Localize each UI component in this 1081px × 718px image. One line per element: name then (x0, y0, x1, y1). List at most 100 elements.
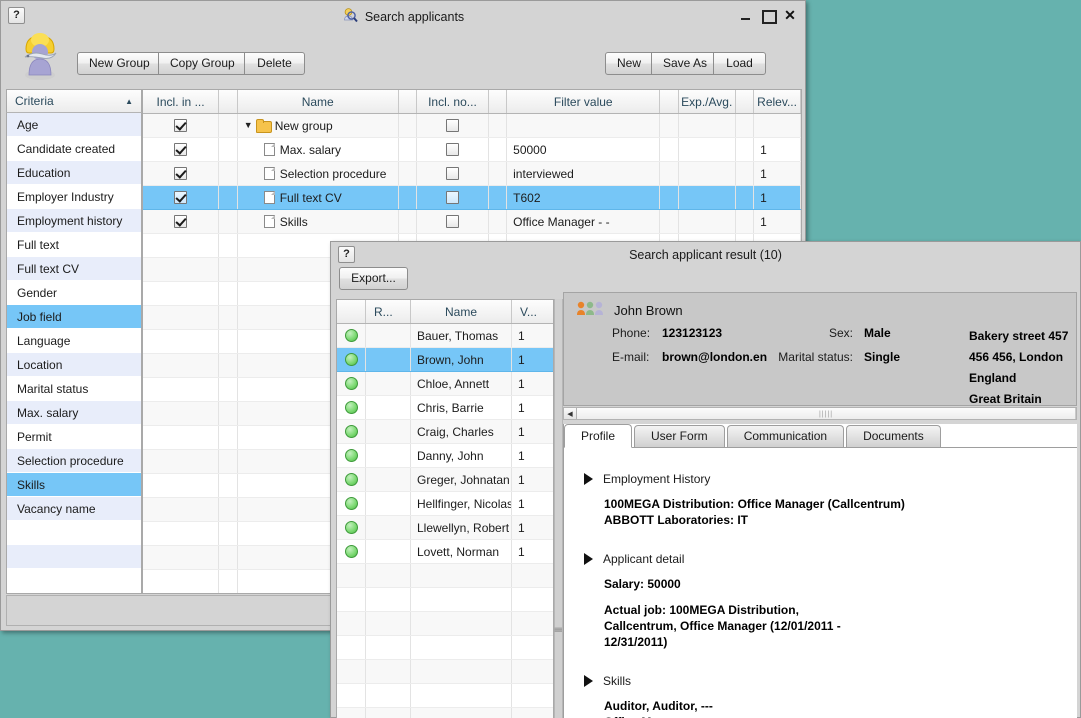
list-item[interactable]: Hellfinger, Nicolas 1 (337, 492, 553, 516)
table-row[interactable]: Skills Office Manager - - 1 (143, 210, 801, 234)
include-in-checkbox[interactable] (174, 167, 188, 180)
maximize-icon[interactable] (761, 8, 777, 24)
list-item[interactable]: Lovett, Norman 1 (337, 540, 553, 564)
header-name[interactable]: Name (238, 90, 399, 113)
criteria-item[interactable]: Vacancy name (7, 497, 141, 521)
cell-applicant-name: Bauer, Thomas (411, 324, 512, 347)
header-relevance[interactable]: Relev... (754, 90, 801, 113)
status-green-icon (344, 497, 358, 510)
header-applicant-name[interactable]: Name (411, 300, 512, 323)
table-row[interactable]: Max. salary 50000 1 (143, 138, 801, 162)
list-item[interactable]: Llewellyn, Robert 1 (337, 516, 553, 540)
filter-value-label: Office Manager - - (513, 214, 610, 229)
expand-section-icon[interactable] (584, 553, 593, 565)
criteria-item[interactable]: Candidate created (7, 137, 141, 161)
criteria-item[interactable]: Marital status (7, 377, 141, 401)
profile-section-title: Skills (603, 674, 632, 688)
cell-spacer-4 (660, 114, 679, 137)
list-item[interactable]: Chloe, Annett 1 (337, 372, 553, 396)
include-in-checkbox[interactable] (174, 119, 188, 132)
status-green-icon (344, 353, 358, 366)
criteria-item[interactable]: Gender (7, 281, 141, 305)
scroll-left-icon[interactable]: ◀ (564, 408, 577, 419)
include-in-checkbox[interactable] (174, 215, 188, 228)
cell-name: Selection procedure (238, 162, 399, 185)
sort-ascending-icon[interactable]: ▲ (125, 97, 133, 106)
cell-applicant-name: Brown, John (411, 348, 512, 371)
cell-relevance (754, 114, 801, 137)
criteria-item[interactable]: Location (7, 353, 141, 377)
list-item[interactable]: Danny, John 1 (337, 444, 553, 468)
list-item[interactable]: Chris, Barrie 1 (337, 396, 553, 420)
include-not-checkbox[interactable] (445, 215, 459, 228)
scrollbar-thumb[interactable]: ||||| (577, 408, 1076, 419)
tab-user-form[interactable]: User Form (634, 425, 725, 447)
criteria-item[interactable]: Employer Industry (7, 185, 141, 209)
criteria-item[interactable]: Max. salary (7, 401, 141, 425)
criteria-item[interactable]: Education (7, 161, 141, 185)
load-button[interactable]: Load (713, 52, 766, 75)
include-in-checkbox[interactable] (174, 191, 188, 204)
profile-line: ABBOTT Laboratories: IT (604, 513, 749, 527)
search-window-titlebar[interactable]: ? Search applicants ✕ (1, 1, 805, 32)
expand-section-icon[interactable] (584, 473, 593, 485)
list-item[interactable]: Craig, Charles 1 (337, 420, 553, 444)
profile-section-header[interactable]: Employment History (564, 462, 1077, 496)
save-as-button[interactable]: Save As (651, 52, 714, 75)
tab-documents[interactable]: Documents (846, 425, 941, 447)
table-row[interactable]: Selection procedure interviewed 1 (143, 162, 801, 186)
header-value[interactable]: V... (512, 300, 553, 323)
detail-sex-label: Sex: (828, 326, 853, 340)
include-not-checkbox[interactable] (445, 119, 459, 132)
minimize-icon[interactable] (739, 8, 753, 22)
include-not-checkbox[interactable] (445, 143, 459, 156)
expand-section-icon[interactable] (584, 675, 593, 687)
cell-value: 1 (512, 324, 553, 347)
criteria-item[interactable]: Job field (7, 305, 141, 329)
header-incl-not[interactable]: Incl. no... (417, 90, 489, 113)
new-button[interactable]: New (605, 52, 652, 75)
criteria-empty-row (7, 545, 141, 569)
header-filter-value[interactable]: Filter value (507, 90, 661, 113)
expand-collapse-icon[interactable]: ▼ (244, 121, 256, 130)
export-button[interactable]: Export... (339, 267, 408, 290)
tree-table-header: Incl. in ... Name Incl. no... Filter val… (143, 90, 801, 114)
header-status[interactable] (337, 300, 366, 323)
status-green-icon (344, 377, 358, 390)
header-incl-in[interactable]: Incl. in ... (143, 90, 220, 113)
close-icon[interactable]: ✕ (783, 8, 797, 22)
result-window-titlebar[interactable]: ? Search applicant result (10) (331, 242, 1080, 267)
profile-section-header[interactable]: Skills (564, 664, 1077, 698)
criteria-item[interactable]: Full text (7, 233, 141, 257)
header-exp-avg[interactable]: Exp./Avg. (679, 90, 736, 113)
panel-splitter[interactable]: |||| (554, 299, 563, 718)
criteria-item[interactable]: Language (7, 329, 141, 353)
criteria-item[interactable]: Employment history (7, 209, 141, 233)
header-rating[interactable]: R... (366, 300, 411, 323)
table-row[interactable]: ▼ New group (143, 114, 801, 138)
copy-group-button[interactable]: Copy Group (158, 52, 245, 75)
detail-horizontal-scrollbar[interactable]: ◀ ||||| (563, 407, 1077, 420)
criteria-item[interactable]: Selection procedure (7, 449, 141, 473)
criteria-column-header[interactable]: Criteria ▲ (6, 89, 142, 113)
tab-profile[interactable]: Profile (564, 424, 633, 448)
criteria-item[interactable]: Age (7, 113, 141, 137)
list-item[interactable]: Brown, John 1 (337, 348, 553, 372)
list-item[interactable]: Bauer, Thomas 1 (337, 324, 553, 348)
include-in-checkbox[interactable] (174, 143, 188, 156)
include-not-checkbox[interactable] (445, 167, 459, 180)
header-spacer-2 (399, 90, 418, 113)
criteria-item[interactable]: Skills (7, 473, 141, 497)
table-row[interactable]: Full text CV T602 1 (143, 186, 801, 210)
delete-button[interactable]: Delete (244, 52, 305, 75)
list-item[interactable]: Greger, Johnatan 1 (337, 468, 553, 492)
profile-section-body: Auditor, Auditor, ---Office Manager, ---… (564, 698, 1077, 718)
tab-communication[interactable]: Communication (726, 425, 845, 447)
criteria-list[interactable]: Age Candidate created Education Employer In… (6, 113, 142, 594)
include-not-checkbox[interactable] (445, 191, 459, 204)
criteria-item[interactable]: Full text CV (7, 257, 141, 281)
group-button-bar: New Group Copy Group Delete (77, 52, 305, 75)
criteria-item[interactable]: Permit (7, 425, 141, 449)
profile-section-header[interactable]: Applicant detail (564, 542, 1077, 576)
new-group-button[interactable]: New Group (77, 52, 159, 75)
